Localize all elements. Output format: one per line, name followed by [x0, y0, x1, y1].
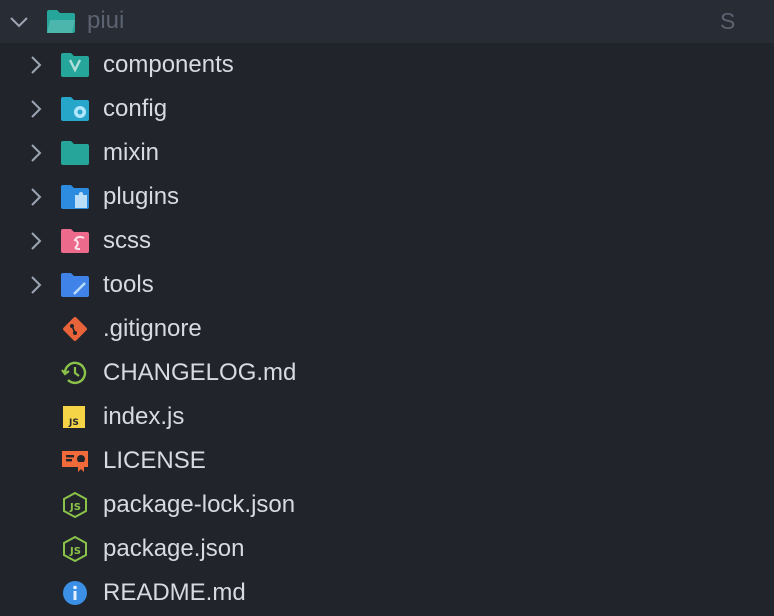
tree-item-label: mixin	[103, 139, 160, 166]
root-folder-row[interactable]: piui S	[0, 0, 774, 43]
tree-item-components[interactable]: components	[0, 43, 774, 87]
tree-item-label: tools	[103, 271, 154, 298]
chevron-right-icon[interactable]	[26, 186, 46, 208]
tree-item-label: .gitignore	[103, 315, 202, 342]
chevron-right-icon[interactable]	[26, 54, 46, 76]
chevron-right-icon[interactable]	[26, 142, 46, 164]
tree-item-changelog[interactable]: CHANGELOG.md	[0, 351, 774, 395]
tree-item-label: CHANGELOG.md	[103, 359, 297, 386]
git-status-badge: S	[720, 8, 736, 34]
file-tree: components config mixin plugins scss too…	[0, 43, 774, 615]
tree-item-mixin[interactable]: mixin	[0, 131, 774, 175]
tree-item-label: package.json	[103, 535, 245, 562]
folder-vue-icon	[61, 53, 89, 77]
tree-item-readme[interactable]: README.md	[0, 571, 774, 615]
tree-item-label: plugins	[103, 183, 180, 210]
tree-item-label: index.js	[103, 403, 185, 430]
tree-item-gitignore[interactable]: .gitignore	[0, 307, 774, 351]
tree-item-plugins[interactable]: plugins	[0, 175, 774, 219]
tree-item-config[interactable]: config	[0, 87, 774, 131]
javascript-icon: JS	[63, 406, 85, 428]
file-explorer: piui S components config mixin plugins s…	[0, 0, 774, 616]
tree-item-scss[interactable]: scss	[0, 219, 774, 263]
git-icon	[63, 317, 87, 341]
chevron-down-icon[interactable]	[8, 11, 30, 33]
nodejs-icon: JS	[63, 535, 87, 563]
info-icon	[63, 581, 87, 605]
tree-item-label: LICENSE	[103, 447, 206, 474]
folder-open-icon	[47, 10, 75, 33]
svg-text:JS: JS	[68, 418, 79, 428]
svg-text:JS: JS	[69, 546, 81, 557]
tree-item-package-lock-json[interactable]: JS package-lock.json	[0, 483, 774, 527]
chevron-right-icon[interactable]	[26, 230, 46, 252]
tree-item-tools[interactable]: tools	[0, 263, 774, 307]
tree-item-label: components	[103, 51, 234, 78]
tree-item-package-json[interactable]: JS package.json	[0, 527, 774, 571]
license-icon	[62, 451, 88, 472]
folder-icon	[61, 141, 89, 165]
tree-item-license[interactable]: LICENSE	[0, 439, 774, 483]
chevron-right-icon[interactable]	[26, 98, 46, 120]
nodejs-icon: JS	[63, 491, 87, 519]
tree-item-label: README.md	[103, 579, 246, 606]
tree-item-index-js[interactable]: JS index.js	[0, 395, 774, 439]
folder-config-icon	[61, 97, 89, 121]
changelog-icon	[61, 361, 87, 385]
chevron-right-icon[interactable]	[26, 274, 46, 296]
tree-item-label: config	[103, 95, 168, 122]
tree-item-label: scss	[103, 227, 151, 254]
svg-text:JS: JS	[69, 502, 81, 513]
folder-sass-icon	[61, 229, 89, 253]
root-folder-label: piui	[87, 7, 125, 34]
tree-item-label: package-lock.json	[103, 491, 296, 518]
folder-plugin-icon	[61, 185, 89, 209]
folder-tools-icon	[61, 273, 89, 297]
